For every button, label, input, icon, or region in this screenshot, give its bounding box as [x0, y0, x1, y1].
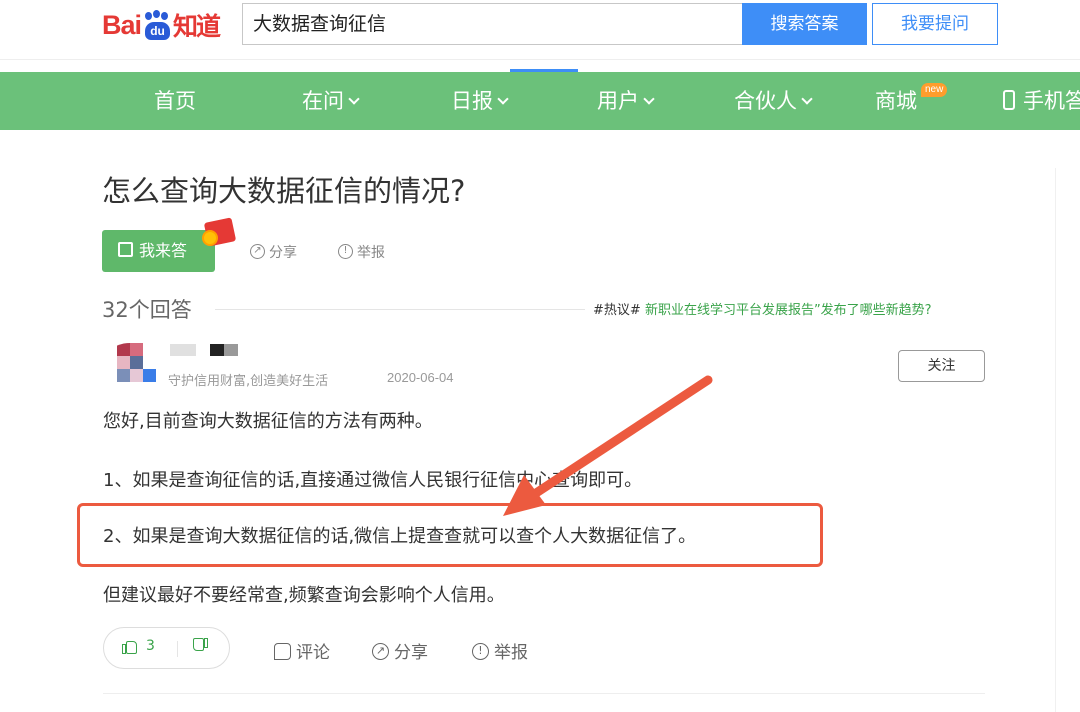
red-envelope-icon — [200, 216, 238, 250]
answer-paragraph: 但建议最好不要经常查,频繁查询会影响个人信用。 — [103, 585, 505, 606]
nav-item-daily[interactable]: 日报 — [451, 72, 509, 130]
comment-button[interactable]: 评论 — [274, 638, 330, 663]
top-header: Bai du 知道 大数据查询征信 搜索答案 我要提问 — [0, 0, 1080, 60]
baidu-zhidao-logo[interactable]: Bai du 知道 — [102, 8, 221, 42]
vote-control: 3 — [103, 627, 230, 669]
thumbs-up-icon — [122, 638, 138, 654]
answer-report-button[interactable]: ! 举报 — [472, 638, 528, 663]
question-share-button[interactable]: ↗ 分享 — [250, 242, 297, 262]
answer-paragraph: 1、如果是查询征信的话,直接通过微信人民银行征信中心查询即可。 — [103, 470, 643, 491]
ask-question-button[interactable]: 我要提问 — [872, 3, 998, 45]
answer-date: 2020-06-04 — [387, 370, 454, 385]
logo-bai-text: Bai — [102, 9, 142, 40]
edit-icon — [118, 242, 133, 257]
answer-paragraph: 您好,目前查询大数据征信的方法有两种。 — [103, 411, 433, 432]
divider — [103, 693, 985, 694]
divider — [1055, 168, 1056, 712]
question-report-button[interactable]: ! 举报 — [338, 242, 385, 262]
nav-item-mobile[interactable]: 手机答 — [1003, 72, 1080, 130]
annotation-highlight-box — [77, 503, 823, 567]
hot-topic-link[interactable]: #热议# 新职业在线学习平台发展报告”发布了哪些新趋势? — [593, 299, 932, 318]
share-icon: ↗ — [250, 243, 265, 259]
nav-item-home[interactable]: 首页 — [154, 72, 196, 130]
report-icon: ! — [338, 243, 353, 259]
main-nav: 首页 在问 日报 用户 合伙人 商城 手机答 — [0, 72, 1080, 130]
hot-topic-text: 新职业在线学习平台发展报告”发布了哪些新趋势? — [644, 303, 932, 318]
chevron-down-icon — [643, 93, 655, 105]
report-icon: ! — [472, 642, 489, 660]
upvote-button[interactable]: 3 — [122, 638, 155, 654]
chevron-down-icon — [801, 93, 813, 105]
baidu-paw-icon: du — [142, 10, 172, 40]
downvote-button[interactable] — [192, 638, 208, 658]
share-icon: ↗ — [372, 642, 389, 660]
author-description: 守护信用财富,创造美好生活 — [168, 374, 329, 389]
answer-share-button[interactable]: ↗ 分享 — [372, 638, 428, 663]
hot-topic-tag: #热议# — [593, 303, 641, 318]
nav-item-asking[interactable]: 在问 — [302, 72, 360, 130]
logo-du-text: du — [145, 22, 171, 40]
search-input[interactable]: 大数据查询征信 — [242, 3, 742, 45]
chevron-down-icon — [497, 93, 509, 105]
thumbs-down-icon — [192, 638, 208, 654]
avatar[interactable] — [103, 343, 157, 387]
author-name-redacted[interactable] — [170, 344, 238, 358]
answer-button[interactable]: 我来答 — [102, 230, 215, 272]
divider — [215, 309, 585, 310]
phone-icon — [1003, 90, 1015, 110]
chevron-down-icon — [348, 93, 360, 105]
answers-count: 32个回答 — [102, 298, 192, 322]
follow-button[interactable]: 关注 — [898, 350, 985, 382]
new-badge: new — [921, 83, 948, 97]
nav-item-users[interactable]: 用户 — [597, 72, 655, 130]
question-title: 怎么查询大数据征信的情况? — [102, 174, 466, 208]
upvote-count: 3 — [146, 638, 155, 654]
logo-zhidao-text: 知道 — [173, 12, 221, 41]
search-answer-button[interactable]: 搜索答案 — [742, 3, 867, 45]
comment-icon — [274, 642, 291, 660]
nav-item-mall[interactable]: 商城 — [875, 72, 917, 130]
nav-item-partner[interactable]: 合伙人 — [734, 72, 813, 130]
